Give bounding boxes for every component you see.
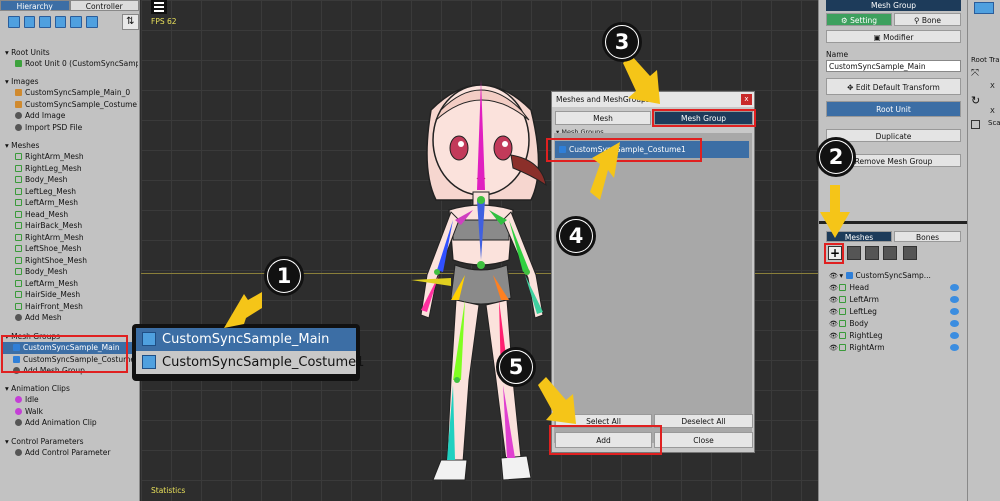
arrow-3	[623, 55, 660, 104]
arrow-2	[820, 185, 850, 238]
callout-3: 3	[602, 22, 642, 62]
arrows-overlay	[224, 55, 850, 424]
callout-5: 5	[496, 347, 536, 387]
arrow-5	[538, 377, 576, 424]
callout-4: 4	[556, 216, 596, 256]
app-root: Hierarchy Controller ⇅ ▾ Root Units Root…	[0, 0, 1000, 501]
arrow-1	[224, 292, 262, 328]
callout-2: 2	[816, 137, 856, 177]
callout-1: 1	[264, 256, 304, 296]
arrow-4	[590, 142, 620, 200]
